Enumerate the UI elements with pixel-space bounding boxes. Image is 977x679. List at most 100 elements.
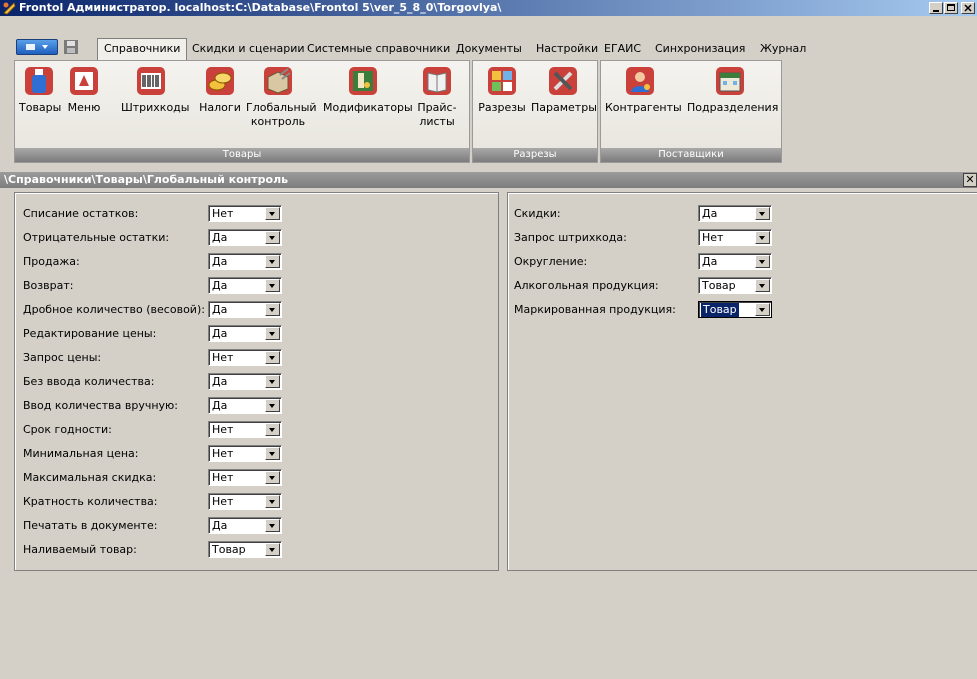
chevron-down-icon[interactable]: [265, 471, 280, 484]
field-select[interactable]: Да: [208, 301, 282, 318]
tab-documents[interactable]: Документы: [456, 40, 522, 58]
parameters-button[interactable]: Параметры: [531, 65, 597, 115]
app-menu-icon: [26, 44, 48, 50]
field-value: Да: [212, 255, 228, 268]
division-icon: [716, 67, 744, 95]
divisions-button[interactable]: Подразделения: [687, 65, 778, 115]
modifiers-button[interactable]: Модификаторы: [323, 65, 413, 115]
chevron-down-icon[interactable]: [265, 375, 280, 388]
chevron-down-icon[interactable]: [265, 327, 280, 340]
field-label: Алкогольная продукция:: [514, 279, 659, 292]
minimize-button[interactable]: [929, 2, 943, 14]
maximize-button[interactable]: [944, 2, 958, 14]
modifiers-icon: [349, 67, 377, 95]
ribbon-group-suppliers-label: Поставщики: [601, 148, 781, 162]
field-select[interactable]: Да: [698, 253, 772, 270]
close-button[interactable]: [961, 2, 975, 14]
chevron-down-icon[interactable]: [265, 519, 280, 532]
field-value: Товар: [212, 543, 246, 556]
field-select[interactable]: Да: [208, 397, 282, 414]
breadcrumb: \Справочники\Товары\Глобальный контроль …: [0, 172, 977, 188]
ribbon-group-goods-label: Товары: [15, 148, 469, 162]
chevron-down-icon[interactable]: [755, 231, 770, 244]
field-select[interactable]: Товар: [698, 277, 772, 294]
goods-button[interactable]: Товары: [19, 65, 61, 115]
modifiers-label: Модификаторы: [323, 101, 413, 114]
menu-icon: [70, 67, 98, 95]
field-value: Нет: [212, 471, 234, 484]
menu-button[interactable]: Меню: [64, 65, 104, 115]
right-settings-panel: Скидки: Да Запрос штрихкода: Нет Округлени…: [507, 192, 977, 571]
tab-settings[interactable]: Настройки: [536, 40, 598, 58]
chevron-down-icon[interactable]: [265, 543, 280, 556]
field-value: Да: [212, 231, 228, 244]
field-value: Да: [212, 519, 228, 532]
tab-system-references[interactable]: Системные справочники: [307, 40, 450, 58]
barcodes-label: Штрихкоды: [121, 101, 190, 114]
field-select[interactable]: Да: [208, 325, 282, 342]
field-value: Да: [702, 207, 718, 220]
field-value: Товар: [701, 303, 739, 317]
field-select[interactable]: Товар: [208, 541, 282, 558]
chevron-down-icon[interactable]: [265, 303, 280, 316]
menu-label: Меню: [67, 101, 101, 114]
tab-journal[interactable]: Журнал: [760, 40, 806, 58]
contractors-button[interactable]: Контрагенты: [605, 65, 682, 115]
chevron-down-icon[interactable]: [755, 279, 770, 292]
slices-button[interactable]: Разрезы: [477, 65, 527, 115]
field-select[interactable]: Да: [208, 229, 282, 246]
chevron-down-icon[interactable]: [265, 231, 280, 244]
field-label: Ввод количества вручную:: [23, 399, 178, 412]
tab-spravochniki[interactable]: Справочники: [97, 38, 188, 60]
chevron-down-icon[interactable]: [755, 255, 770, 268]
tab-egais[interactable]: ЕГАИС: [604, 40, 641, 58]
barcodes-button[interactable]: Штрихкоды: [121, 65, 190, 115]
tools-icon: [549, 67, 577, 95]
app-icon: [3, 2, 16, 15]
chevron-down-icon[interactable]: [265, 447, 280, 460]
field-select[interactable]: Нет: [208, 205, 282, 222]
field-label: Возврат:: [23, 279, 74, 292]
field-value: Да: [212, 375, 228, 388]
tab-sync[interactable]: Синхронизация: [655, 40, 745, 58]
minimize-icon: [933, 10, 939, 12]
field-select[interactable]: Да: [698, 205, 772, 222]
chevron-down-icon[interactable]: [265, 255, 280, 268]
chevron-down-icon[interactable]: [265, 207, 280, 220]
field-select[interactable]: Нет: [208, 445, 282, 462]
chevron-down-icon[interactable]: [755, 207, 770, 220]
field-select[interactable]: Да: [208, 517, 282, 534]
app-menu-button[interactable]: [16, 39, 58, 55]
chevron-down-icon[interactable]: [265, 399, 280, 412]
field-select[interactable]: Нет: [208, 469, 282, 486]
field-select[interactable]: Нет: [208, 421, 282, 438]
field-select[interactable]: Товар: [698, 301, 772, 318]
slices-icon: [488, 67, 516, 95]
field-select[interactable]: Да: [208, 373, 282, 390]
taxes-button[interactable]: Налоги: [198, 65, 242, 115]
maximize-icon: [947, 4, 955, 11]
field-value: Да: [212, 279, 228, 292]
breadcrumb-path: \Справочники\Товары\Глобальный контроль: [4, 173, 289, 186]
close-icon: [964, 4, 972, 12]
pricelists-label-line1: Прайс-: [417, 101, 457, 114]
chevron-down-icon[interactable]: [265, 279, 280, 292]
field-select[interactable]: Да: [208, 253, 282, 270]
save-icon[interactable]: [63, 39, 79, 55]
chevron-down-icon[interactable]: [265, 495, 280, 508]
global-control-button[interactable]: Глобальный контроль: [246, 65, 317, 129]
pricelists-button[interactable]: Прайс- листы: [415, 65, 459, 129]
field-select[interactable]: Нет: [208, 493, 282, 510]
field-select[interactable]: Нет: [208, 349, 282, 366]
coins-icon: [206, 67, 234, 95]
tab-discounts[interactable]: Скидки и сценарии: [192, 40, 305, 58]
field-label: Редактирование цены:: [23, 327, 157, 340]
field-select[interactable]: Да: [208, 277, 282, 294]
chevron-down-icon[interactable]: [265, 423, 280, 436]
close-form-button[interactable]: ✕: [963, 173, 977, 187]
chevron-down-icon[interactable]: [755, 303, 770, 316]
ribbon-group-slices: Разрезы Параметры Разрезы: [472, 60, 598, 163]
chevron-down-icon[interactable]: [265, 351, 280, 364]
pricelists-label-line2: листы: [419, 115, 455, 128]
field-select[interactable]: Нет: [698, 229, 772, 246]
